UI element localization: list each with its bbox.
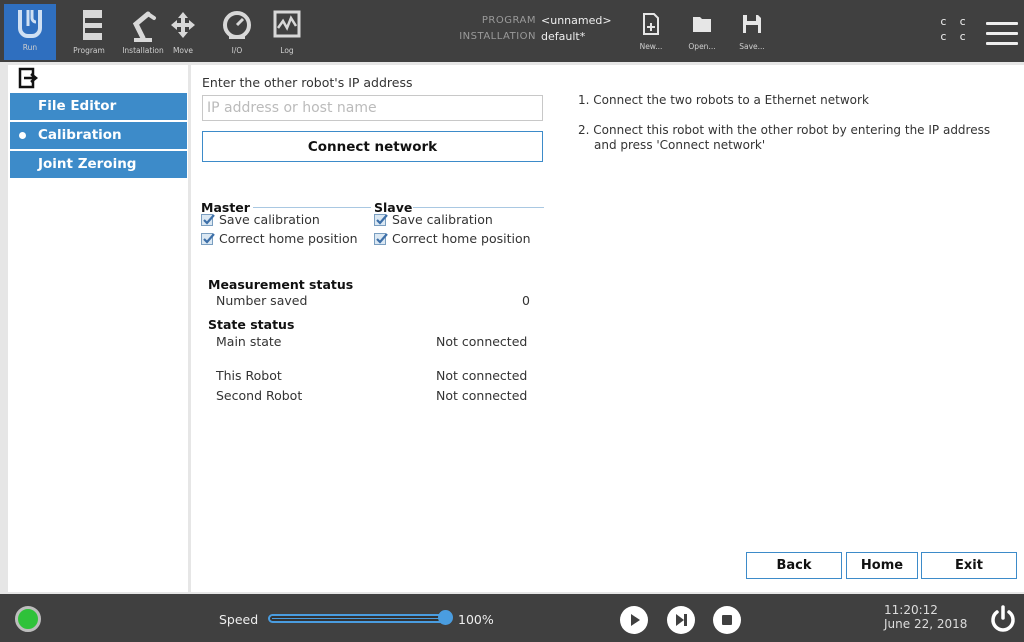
ur-logo-icon [18,10,42,38]
open-button-label: Open... [688,42,716,51]
ip-address-input[interactable] [202,95,543,121]
save-button-label: Save... [739,42,765,51]
slave-save-calibration-checkbox[interactable] [374,214,388,226]
play-icon [631,614,640,626]
this-robot-value: Not connected [436,368,528,383]
save-icon [743,15,761,33]
top-bar: Run Program Installation Move I/O Log PR… [0,0,1024,62]
main-state-label: Main state [216,334,282,349]
program-name: <unnamed> [541,14,612,27]
master-correct-home-checkbox[interactable] [201,233,215,245]
checkmark-icon [376,233,388,244]
program-icon [76,10,102,40]
save-button[interactable]: Save... [730,12,774,51]
ip-prompt: Enter the other robot's IP address [202,75,413,90]
sidebar-item-label: Joint Zeroing [38,156,137,172]
instruction-step-1: 1. Connect the two robots to a Ethernet … [578,93,869,107]
run-tab-label: Run [22,43,38,52]
hamburger-menu-icon[interactable] [986,22,1018,46]
speed-value: 100% [458,612,494,627]
checkmark-icon [203,214,215,225]
main-panel: Enter the other robot's IP address Conne… [191,65,1024,592]
folder-icon [693,17,711,32]
robot-status-light-icon[interactable] [15,606,41,632]
sidebar-item-joint-zeroing[interactable]: Joint Zeroing [10,151,187,178]
stop-icon [722,615,732,625]
move-tab-label: Move [172,46,194,55]
exit-arrow-icon[interactable] [18,67,40,89]
master-save-calibration-label: Save calibration [219,212,320,227]
speed-slider[interactable] [268,614,450,623]
io-tab[interactable]: I/O [210,6,264,60]
move-tab[interactable]: Move [156,6,210,60]
step-button[interactable] [667,606,695,634]
master-correct-home-label: Correct home position [219,231,358,246]
back-button[interactable]: Back [746,552,842,579]
program-tab-label: Program [73,46,105,55]
power-icon[interactable] [988,604,1018,634]
speed-slider-fill [272,618,446,619]
checkmark-icon [376,214,388,225]
sidebar: File Editor Calibration Joint Zeroing [8,65,188,592]
this-robot-label: This Robot [216,368,282,383]
status-cc-bottom: c c [940,30,969,43]
slave-save-calibration-label: Save calibration [392,212,493,227]
state-status-title: State status [208,317,295,332]
new-button[interactable]: New... [629,12,673,51]
slave-correct-home-label: Correct home position [392,231,531,246]
checkmark-icon [203,233,215,244]
speed-label: Speed [219,612,259,627]
second-robot-value: Not connected [436,388,528,403]
number-saved-label: Number saved [216,293,308,308]
slave-correct-home-checkbox[interactable] [374,233,388,245]
master-group-divider [253,207,371,208]
clock: 11:20:12 June 22, 2018 [884,603,967,631]
new-file-icon [643,13,659,35]
main-state-value: Not connected [436,334,528,349]
installation-name: default* [541,30,586,43]
step-icon [676,614,687,626]
log-chart-icon [273,10,301,38]
sidebar-item-label: File Editor [38,98,117,114]
move-arrows-icon [171,12,195,38]
program-label: PROGRAM [481,15,536,26]
instruction-step-2-line-2: and press 'Connect network' [594,138,766,152]
stop-button[interactable] [713,606,741,634]
robot-arm-icon [132,11,156,42]
instruction-step-2-line-1: 2. Connect this robot with the other rob… [578,123,991,137]
exit-button[interactable]: Exit [921,552,1017,579]
status-cc-top: c c [940,15,969,28]
number-saved-value: 0 [522,293,530,308]
installation-label: INSTALLATION [459,31,536,42]
new-button-label: New... [639,42,663,51]
selected-indicator-icon [19,132,26,139]
sidebar-item-file-editor[interactable]: File Editor [10,93,187,120]
play-button[interactable] [620,606,648,634]
second-robot-label: Second Robot [216,388,303,403]
io-gauge-icon [223,11,251,39]
measurement-status-title: Measurement status [208,277,354,292]
master-save-calibration-checkbox[interactable] [201,214,215,226]
slave-group-divider [413,207,544,208]
connect-network-button[interactable]: Connect network [202,131,543,162]
open-button[interactable]: Open... [680,12,724,51]
home-button[interactable]: Home [846,552,918,579]
bottom-bar: Speed 100% 11:20:12 June 22, 2018 [0,594,1024,642]
clock-time: 11:20:12 [884,603,938,617]
clock-date: June 22, 2018 [884,617,968,631]
io-tab-label: I/O [231,46,243,55]
log-tab[interactable]: Log [260,6,314,60]
run-tab[interactable]: Run [4,4,56,60]
speed-slider-handle[interactable] [438,610,453,625]
sidebar-item-label: Calibration [38,127,122,143]
program-tab[interactable]: Program [62,6,116,60]
log-tab-label: Log [280,46,294,55]
sidebar-item-calibration[interactable]: Calibration [10,122,187,149]
